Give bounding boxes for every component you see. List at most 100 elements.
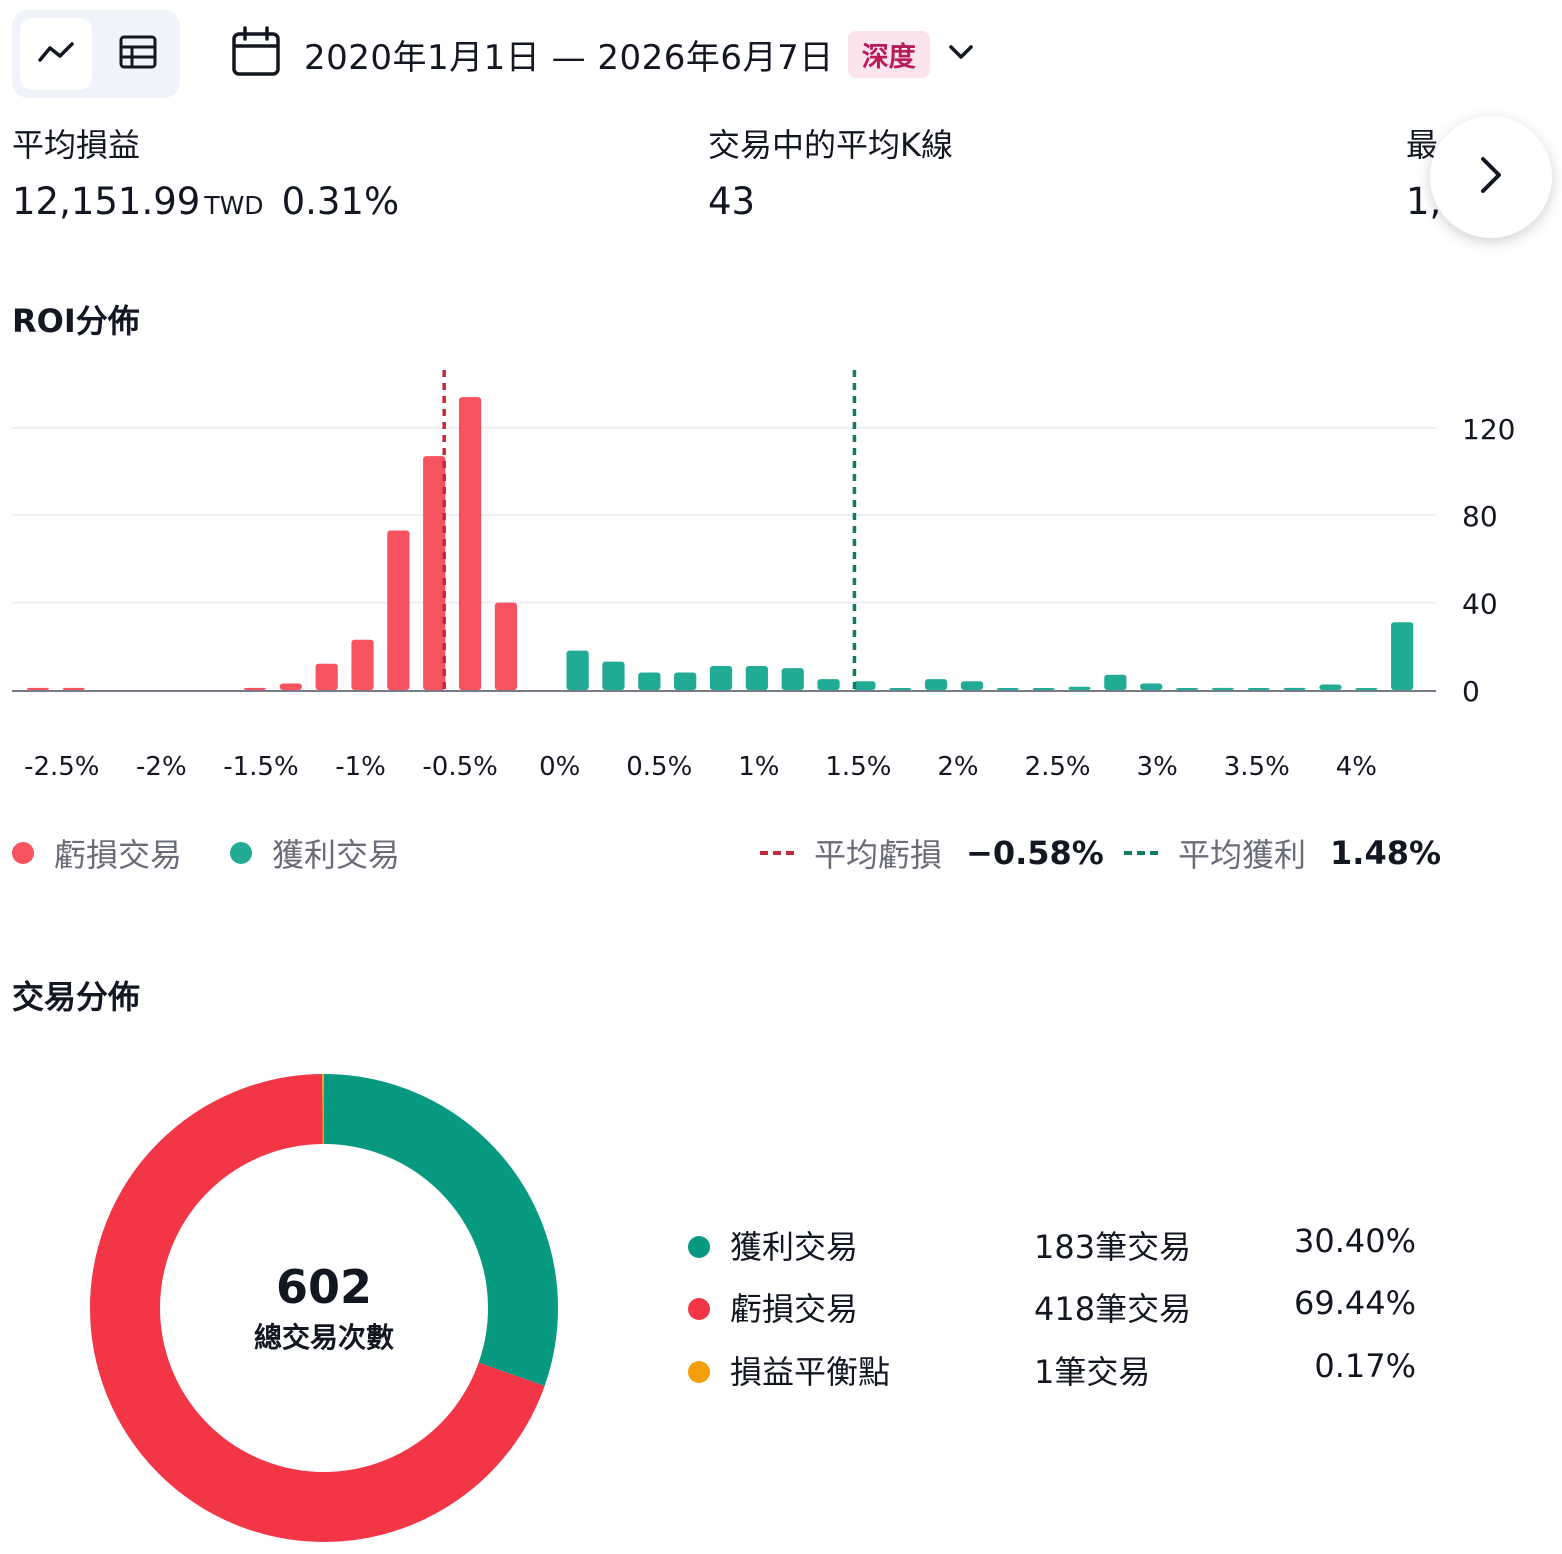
dist-count: 418筆交易 [1034, 1290, 1192, 1328]
calendar-icon [230, 26, 282, 82]
breakeven-dot [688, 1361, 710, 1383]
dist-pct: 30.40% [1293, 1222, 1416, 1260]
legend-avg-profit-label: 平均獲利 [1178, 836, 1307, 874]
chart-view-button[interactable] [20, 18, 92, 90]
histogram-bar [781, 668, 804, 690]
legend-avg-loss-value: −0.58% [966, 834, 1104, 872]
histogram-bar [351, 639, 374, 690]
avg-pnl-value: 12,151.99 TWD 0.31% [12, 180, 399, 223]
histogram-bar [566, 650, 589, 690]
roi-legend: 虧損交易 獲利交易 平均虧損 −0.58% 平均獲利 1.48% [12, 830, 1452, 878]
histogram-bar [602, 661, 625, 690]
histogram-bar [26, 687, 50, 690]
dist-pct: 0.17% [1314, 1347, 1416, 1385]
avg-bars-value: 43 [708, 180, 756, 223]
donut-center: 602 總交易次數 [174, 1260, 474, 1356]
x-tick-label: 2% [937, 752, 978, 782]
roi-section-title: ROI分佈 [12, 302, 140, 340]
x-tick-label: 1.5% [825, 752, 891, 782]
loss-dot [12, 842, 34, 864]
histogram-bar [853, 681, 876, 690]
histogram-bar [1319, 684, 1342, 690]
histogram-bar [1104, 674, 1127, 690]
avg-pnl-label: 平均損益 [12, 126, 141, 164]
trade-dist-title: 交易分佈 [12, 978, 141, 1016]
date-range-text: 2020年1月1日 — 2026年6月7日 [304, 37, 834, 78]
histogram-bar [889, 688, 912, 690]
histogram-bar [996, 688, 1019, 690]
histogram-bar [1283, 687, 1306, 690]
histogram-bar [1032, 688, 1055, 690]
dist-label: 獲利交易 [730, 1228, 859, 1266]
histogram-bar [1068, 686, 1091, 690]
x-tick-label: -2.5% [24, 752, 99, 782]
legend-avg-loss-label: 平均虧損 [814, 836, 943, 874]
chevron-down-icon[interactable] [946, 37, 976, 71]
legend-avg-profit: 平均獲利 1.48% [1124, 830, 1441, 876]
next-metrics-button[interactable] [1430, 116, 1552, 238]
x-tick-label: 3.5% [1224, 752, 1290, 782]
histogram-bar [924, 679, 948, 690]
histogram-bar [243, 687, 267, 690]
x-tick-label: 2.5% [1025, 752, 1091, 782]
histogram-bar [1355, 688, 1378, 690]
histogram-bar [1247, 688, 1270, 690]
legend-loss-label: 虧損交易 [54, 836, 183, 874]
date-range-selector[interactable]: 2020年1月1日 — 2026年6月7日 深度 [230, 26, 976, 82]
histogram-bar [709, 665, 733, 690]
roi-histogram: 0 40 80 120 -2.5% -2% -1.5% -1% -0.5% 0% 0.5% 1% 1.5… [12, 370, 1515, 782]
y-tick-label: 40 [1462, 588, 1498, 621]
table-view-icon [118, 32, 158, 76]
x-tick-label: 1% [738, 752, 779, 782]
avg-loss-dash [760, 851, 794, 855]
x-tick-label: -1.5% [223, 752, 298, 782]
histogram-bar [494, 602, 518, 690]
chart-view-icon [36, 32, 76, 76]
histogram-bar [279, 683, 302, 690]
chevron-right-icon [1473, 153, 1509, 201]
histogram-bar [1140, 683, 1163, 690]
profit-dot [688, 1236, 710, 1258]
total-trades-value: 602 [275, 1260, 373, 1314]
x-tick-label: -1% [335, 752, 386, 782]
histogram-bar [62, 687, 85, 690]
x-tick-label: 0% [539, 752, 580, 782]
avg-pnl-amount: 12,151.99 [12, 180, 201, 223]
avg-bars-label: 交易中的平均K線 [708, 126, 953, 164]
legend-avg-profit-value: 1.48% [1330, 834, 1442, 872]
histogram-bar [817, 679, 840, 690]
total-trades-label: 總交易次數 [253, 1321, 394, 1354]
loss-dot [688, 1298, 710, 1320]
histogram-bar [423, 456, 446, 690]
histogram-bar [960, 681, 984, 690]
view-toggle [12, 10, 180, 98]
y-tick-label: 0 [1462, 675, 1480, 708]
table-view-button[interactable] [102, 18, 174, 90]
x-tick-label: 4% [1336, 752, 1377, 782]
x-tick-label: -0.5% [422, 752, 497, 782]
x-tick-label: 0.5% [626, 752, 692, 782]
histogram-bar [1391, 622, 1414, 690]
x-tick-label: -2% [136, 752, 187, 782]
dist-row-breakeven: 損益平衡點 1筆交易 0.17% [688, 1347, 1428, 1397]
profit-dot [230, 842, 252, 864]
histogram-bar [745, 665, 768, 690]
dist-label: 虧損交易 [730, 1290, 859, 1328]
y-tick-label: 120 [1462, 413, 1515, 446]
dist-pct: 69.44% [1293, 1284, 1416, 1322]
avg-pnl-unit: TWD [204, 191, 264, 220]
avg-pnl-pct: 0.31% [281, 180, 400, 223]
dist-row-profit: 獲利交易 183筆交易 30.40% [688, 1222, 1428, 1272]
dist-count: 1筆交易 [1034, 1353, 1151, 1391]
histogram-bar [315, 663, 338, 690]
histogram-bar [458, 397, 482, 690]
histogram-bar [1211, 687, 1235, 690]
x-tick-label: 3% [1137, 752, 1178, 782]
histogram-bar [674, 672, 697, 690]
dist-count: 183筆交易 [1034, 1228, 1192, 1266]
legend-profit-label: 獲利交易 [272, 836, 401, 874]
legend-avg-loss: 平均虧損 −0.58% [760, 830, 1104, 876]
histogram-bar [638, 672, 661, 690]
dist-row-loss: 虧損交易 418筆交易 69.44% [688, 1284, 1428, 1334]
avg-profit-dash [1124, 851, 1158, 855]
